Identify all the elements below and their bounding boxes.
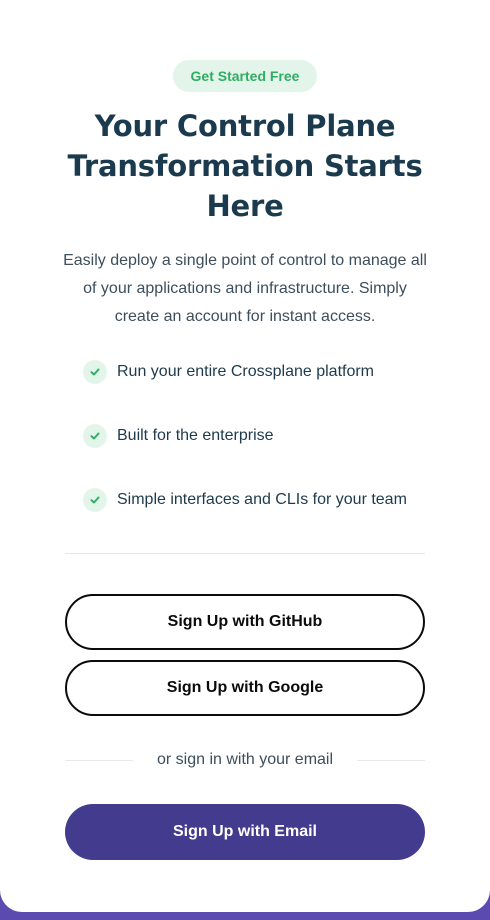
feature-list: Run your entire Crossplane platform Buil…	[83, 360, 443, 552]
separator-text: or sign in with your email	[156, 751, 334, 768]
feature-text: Run your entire Crossplane platform	[117, 363, 375, 380]
check-icon	[83, 488, 107, 512]
email-signup-button[interactable]: Sign Up with Email	[65, 804, 425, 860]
section-divider	[65, 553, 425, 554]
feature-item: Run your entire Crossplane platform	[83, 360, 443, 424]
signup-card: Get Started Free Your Control Plane Tran…	[0, 0, 490, 912]
feature-item: Built for the enterprise	[83, 424, 443, 488]
page-description: Easily deploy a single point of control …	[63, 252, 427, 325]
separator-line-right	[357, 759, 426, 761]
check-icon	[83, 424, 107, 448]
separator-line-left	[65, 759, 133, 761]
google-signup-button[interactable]: Sign Up with Google	[65, 660, 425, 716]
github-signup-button[interactable]: Sign Up with GitHub	[65, 594, 425, 650]
get-started-badge: Get Started Free	[173, 60, 317, 92]
email-separator: or sign in with your email	[65, 748, 426, 772]
feature-text: Built for the enterprise	[117, 427, 274, 444]
check-icon	[83, 360, 107, 384]
feature-item: Simple interfaces and CLIs for your team	[83, 488, 443, 552]
page-title: Your Control Plane Transformation Starts…	[67, 109, 423, 223]
feature-text: Simple interfaces and CLIs for your team	[117, 491, 407, 508]
